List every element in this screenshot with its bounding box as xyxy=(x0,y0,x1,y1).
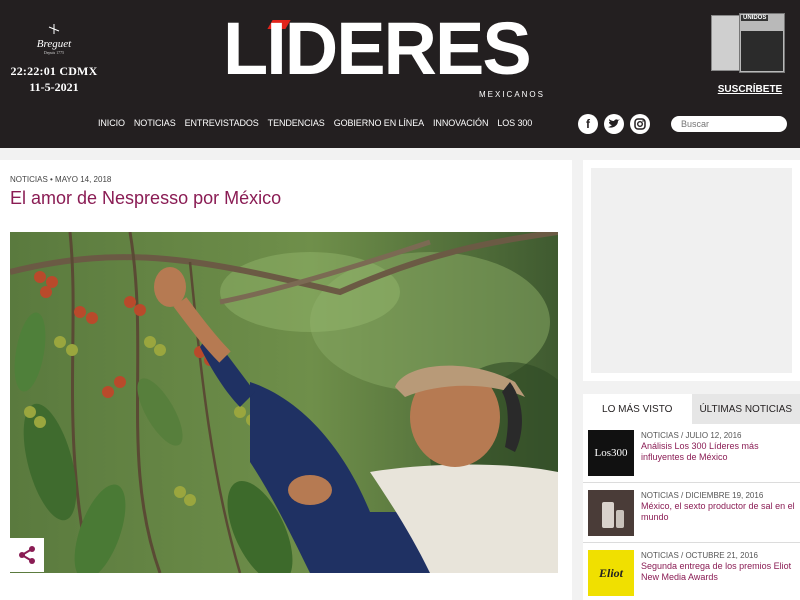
magazine-cover-photo xyxy=(741,31,783,71)
news-meta: NOTICIAS / OCTUBRE 21, 2016 xyxy=(641,551,758,560)
social-links: f xyxy=(578,114,650,134)
site-logo-subtext: MEXICANOS xyxy=(478,90,545,99)
news-thumbnail-text: Eliot xyxy=(598,565,623,580)
article-card: NOTICIAS • MAYO 14, 2018 El amor de Nesp… xyxy=(0,160,572,600)
nav-item-los-300[interactable]: LOS 300 xyxy=(497,118,532,128)
list-item[interactable]: NOTICIAS / DICIEMBRE 19, 2016 México, el… xyxy=(583,484,800,540)
site-logo-text: LIDERES xyxy=(223,7,532,90)
magazine-cover-title: UNIDOS xyxy=(741,15,769,21)
sidebar-ad xyxy=(583,160,800,381)
site-header: Breguet Depuis 1775 22:22:01 CDMX 11-5-2… xyxy=(0,0,800,148)
nav-item-noticias[interactable]: NOTICIAS xyxy=(134,118,176,128)
nav-item-entrevistados[interactable]: ENTREVISTADOS xyxy=(185,118,259,128)
clock-time: 22:22:01 CDMX xyxy=(10,64,98,78)
news-meta: NOTICIAS / DICIEMBRE 19, 2016 xyxy=(641,491,764,500)
news-thumbnail: Eliot xyxy=(588,550,634,596)
divider xyxy=(583,482,800,483)
divider xyxy=(583,542,800,543)
nav-item-tendencias[interactable]: TENDENCIAS xyxy=(268,118,325,128)
news-meta: NOTICIAS / JULIO 12, 2016 xyxy=(641,431,742,440)
magazine-cover[interactable]: UNIDOS xyxy=(711,13,786,73)
list-item[interactable]: Los300 NOTICIAS / JULIO 12, 2016 Análisi… xyxy=(583,424,800,480)
nav-item-inicio[interactable]: INICIO xyxy=(98,118,125,128)
article-title[interactable]: El amor de Nespresso por México xyxy=(10,188,281,209)
main-nav: INICIO NOTICIAS ENTREVISTADOS TENDENCIAS… xyxy=(98,118,541,128)
nav-item-gobierno-en-linea[interactable]: GOBIERNO EN LÍNEA xyxy=(334,118,424,128)
subscribe-link[interactable]: SUSCRÍBETE xyxy=(715,84,785,95)
sidebar-news-widget: LO MÁS VISTO ÚLTIMAS NOTICIAS Los300 NOT… xyxy=(583,394,800,600)
clock-date: 11-5-2021 xyxy=(29,80,79,94)
news-title[interactable]: Análisis Los 300 Líderes más influyentes… xyxy=(641,441,796,463)
breguet-clock-block: Breguet Depuis 1775 22:22:01 CDMX 11-5-2… xyxy=(10,22,98,95)
svg-text:Breguet: Breguet xyxy=(37,38,72,50)
nav-item-innovacion[interactable]: INNOVACIÓN xyxy=(433,118,488,128)
article-hero-image xyxy=(10,232,558,573)
svg-text:Depuis 1775: Depuis 1775 xyxy=(44,50,64,55)
ad-placeholder[interactable] xyxy=(591,168,792,373)
tab-ultimas-noticias[interactable]: ÚLTIMAS NOTICIAS xyxy=(691,394,800,424)
list-item[interactable]: Eliot NOTICIAS / OCTUBRE 21, 2016 Segund… xyxy=(583,544,800,600)
twitter-icon[interactable] xyxy=(604,114,624,134)
site-logo[interactable]: LIDERES MEXICANOS xyxy=(223,8,575,100)
news-title[interactable]: Segunda entrega de los premios Eliot New… xyxy=(641,561,796,583)
article-meta: NOTICIAS • MAYO 14, 2018 xyxy=(10,175,112,184)
breguet-logo[interactable]: Breguet Depuis 1775 xyxy=(25,22,83,56)
search-input[interactable] xyxy=(671,116,787,132)
facebook-icon[interactable]: f xyxy=(578,114,598,134)
news-thumbnail xyxy=(588,490,634,536)
news-thumbnail-text: Los300 xyxy=(594,447,628,459)
instagram-icon[interactable] xyxy=(630,114,650,134)
news-thumbnail: Los300 xyxy=(588,430,634,476)
share-button[interactable] xyxy=(10,538,44,572)
news-title[interactable]: México, el sexto productor de sal en el … xyxy=(641,501,796,523)
share-icon xyxy=(19,546,35,564)
sidebar-tabs: LO MÁS VISTO ÚLTIMAS NOTICIAS xyxy=(583,394,800,424)
tab-lo-mas-visto[interactable]: LO MÁS VISTO xyxy=(583,394,692,424)
